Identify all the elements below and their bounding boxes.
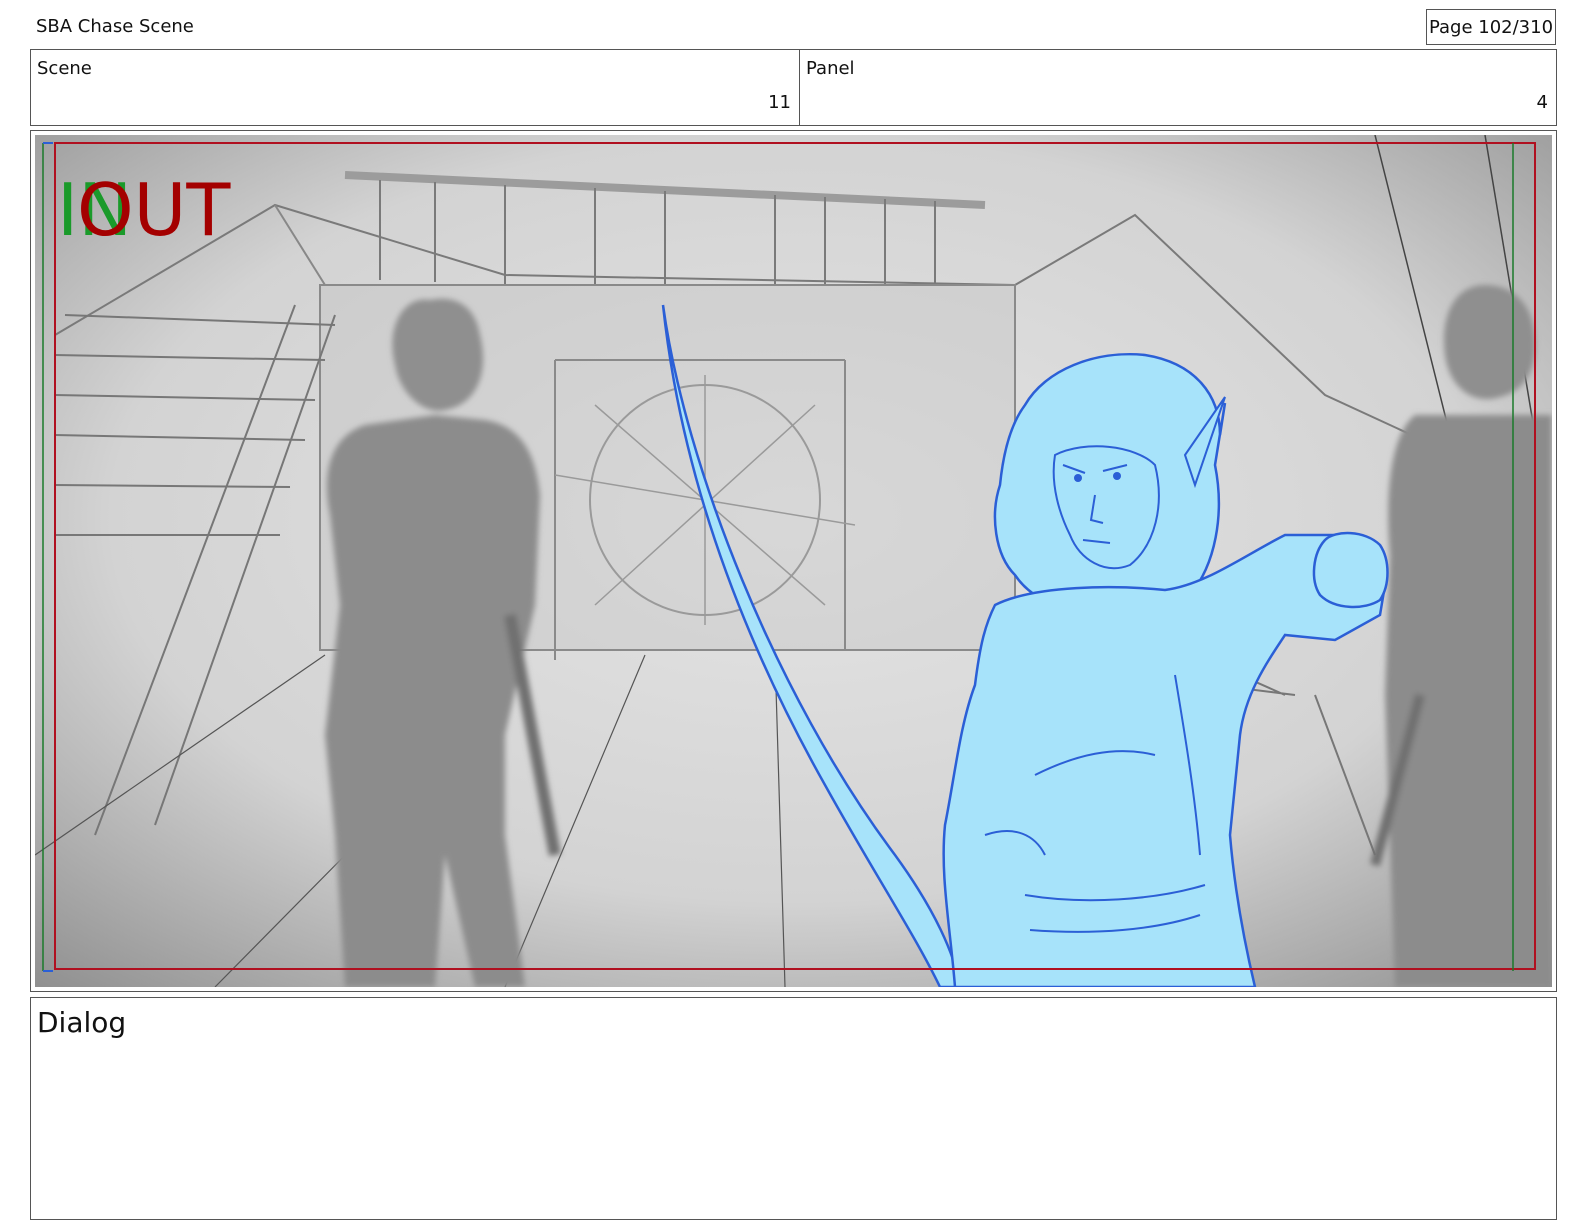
page-counter-label: Page 102/310: [1428, 16, 1554, 38]
out-marker: OUT: [77, 168, 231, 252]
panel-artwork: IN OUT: [35, 135, 1552, 987]
document-title: SBA Chase Scene: [36, 16, 194, 37]
storyboard-panel: IN OUT: [30, 130, 1557, 992]
scene-label: Scene: [37, 58, 92, 79]
dialog-label: Dialog: [37, 1006, 127, 1039]
scene-number: 11: [768, 92, 791, 113]
panel-label: Panel: [806, 58, 855, 79]
panel-field: Panel 4: [799, 49, 1557, 126]
panel-number: 4: [1536, 92, 1548, 113]
scene-field: Scene 11: [30, 49, 800, 126]
page-counter: Page 102/310: [1426, 9, 1556, 45]
dialog-field: Dialog: [30, 997, 1557, 1220]
